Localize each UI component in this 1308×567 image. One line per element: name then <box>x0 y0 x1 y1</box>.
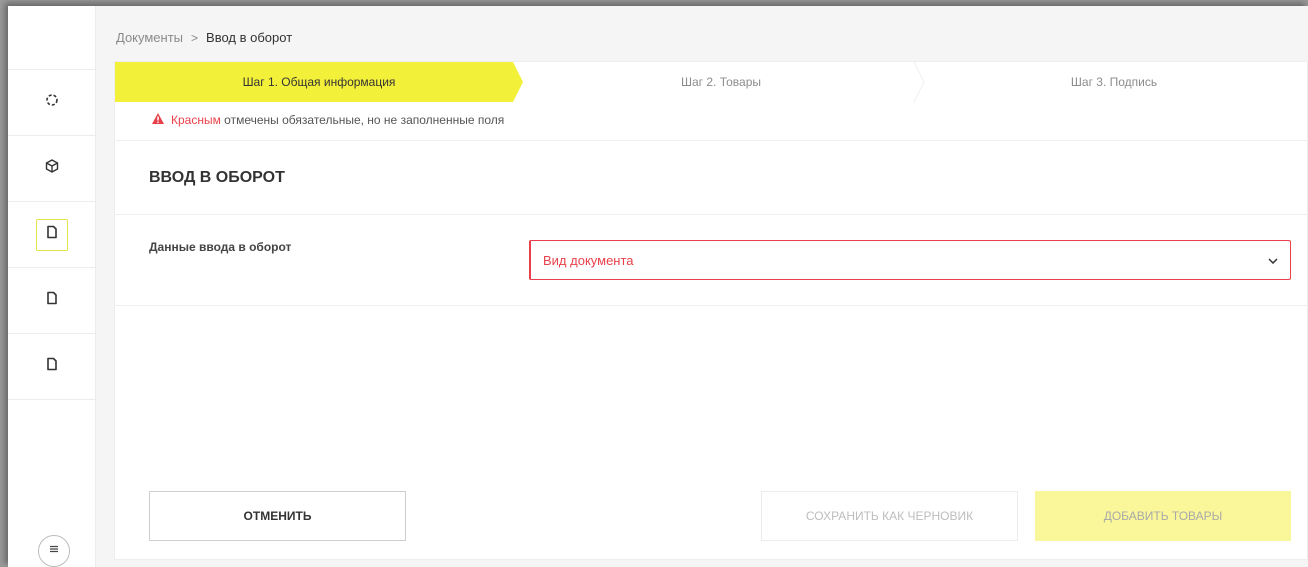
menu-button[interactable] <box>38 535 70 567</box>
sidebar-top-spacer <box>8 6 96 70</box>
select-placeholder: Вид документа <box>543 252 634 268</box>
document-type-select[interactable]: Вид документа <box>529 240 1291 280</box>
sidebar <box>8 6 96 567</box>
warning-highlight: Красным <box>171 113 221 127</box>
sidebar-item-products[interactable] <box>8 136 96 202</box>
document-icon <box>45 225 59 244</box>
sidebar-active-indicator <box>36 218 68 251</box>
page-title: ВВОД В ОБОРОТ <box>149 169 285 186</box>
sidebar-item-document-2[interactable] <box>8 268 96 334</box>
sidebar-item-document-3[interactable] <box>8 334 96 400</box>
document-icon <box>45 291 59 310</box>
divider <box>115 214 1308 215</box>
cancel-button[interactable]: ОТМЕНИТЬ <box>149 491 406 541</box>
box-icon <box>45 159 59 178</box>
field-label: Данные ввода в оборот <box>149 240 292 254</box>
chevron-down-icon <box>1268 251 1278 269</box>
form-card: Шаг 1. Общая информация Шаг 2. Товары Ша… <box>114 61 1308 560</box>
app-window: Документы > Ввод в оборот Шаг 1. Общая и… <box>8 6 1308 567</box>
breadcrumb-separator: > <box>191 30 199 45</box>
step-3[interactable]: Шаг 3. Подпись <box>919 62 1308 102</box>
sidebar-item-documents[interactable] <box>8 202 96 268</box>
divider <box>115 305 1308 306</box>
required-fields-warning: Красным отмечены обязательные, но не зап… <box>151 112 504 128</box>
breadcrumb-parent[interactable]: Документы <box>116 30 183 45</box>
document-icon <box>45 357 59 376</box>
warning-text: отмечены обязательные, но не заполненные… <box>220 113 505 127</box>
menu-icon <box>48 542 60 560</box>
save-draft-button[interactable]: СОХРАНИТЬ КАК ЧЕРНОВИК <box>761 491 1018 541</box>
loader-icon <box>45 93 59 112</box>
divider <box>115 140 1308 141</box>
breadcrumb-current: Ввод в оборот <box>206 30 293 45</box>
step-2[interactable]: Шаг 2. Товары <box>523 62 919 102</box>
stepper: Шаг 1. Общая информация Шаг 2. Товары Ша… <box>115 62 1308 102</box>
breadcrumb: Документы > Ввод в оборот <box>116 30 292 45</box>
warning-icon <box>151 112 165 128</box>
sidebar-item-loader[interactable] <box>8 70 96 136</box>
step-1[interactable]: Шаг 1. Общая информация <box>115 62 523 102</box>
add-products-button[interactable]: ДОБАВИТЬ ТОВАРЫ <box>1035 491 1291 541</box>
